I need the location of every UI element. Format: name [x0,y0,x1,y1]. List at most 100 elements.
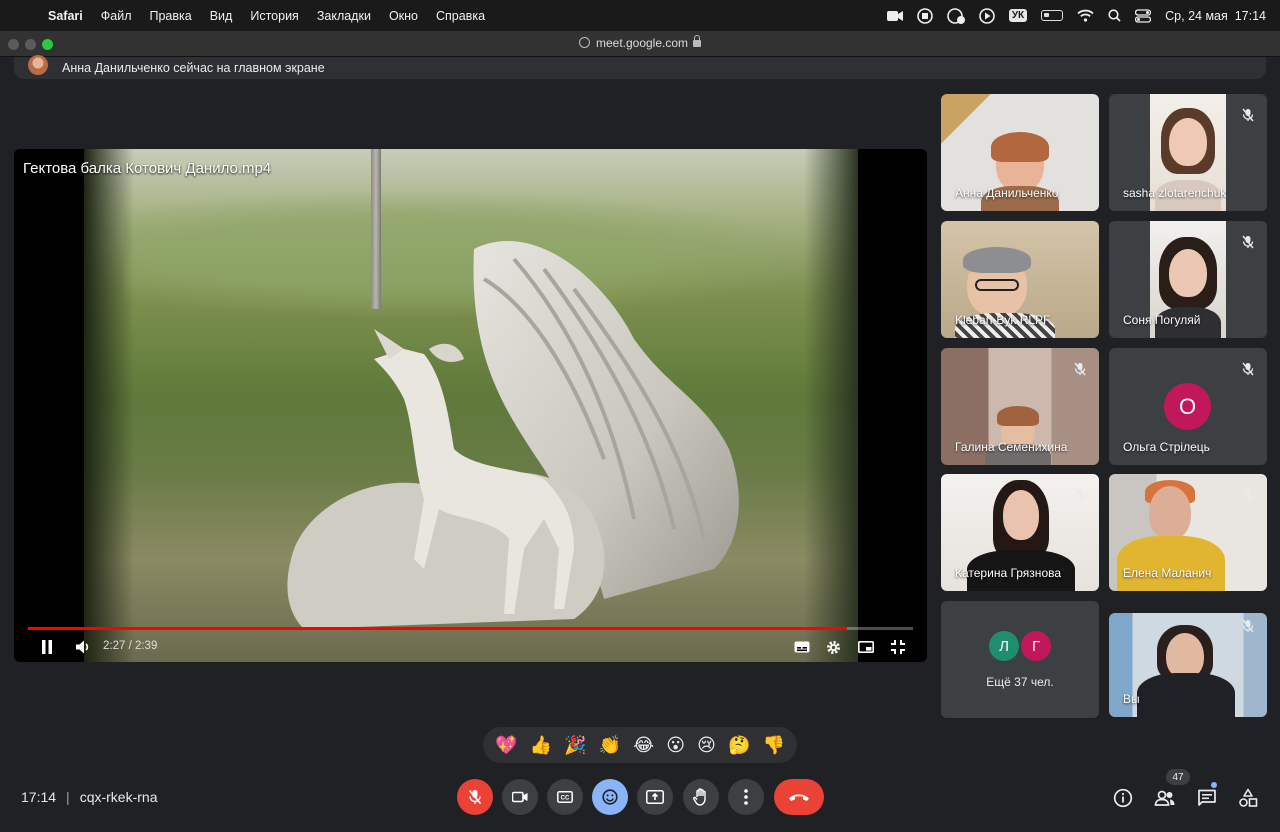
video-controls: 2:27 / 2:39 [14,635,927,659]
activities-shapes-icon [1239,788,1258,807]
play-status-icon[interactable] [979,7,995,24]
mic-muted-indicator [1069,484,1091,506]
reaction-surprised[interactable]: 😮 [666,735,685,756]
url-text: meet.google.com [595,36,689,50]
control-center-icon[interactable] [1135,8,1152,23]
participant-tile[interactable]: sasha zlotarenchuk [1109,94,1267,211]
keyboard-layout-indicator[interactable]: УК [1008,9,1028,22]
reaction-thinking[interactable]: 🤔 [728,735,750,756]
more-vert-icon [744,789,748,805]
leave-call-button[interactable] [774,779,824,815]
raise-hand-button[interactable] [683,779,719,815]
participant-tile[interactable]: Елена Маланич [1109,474,1267,591]
shared-screen-stage[interactable]: Гектова балка Котович Данило.mp4 2:27 / … [14,149,927,662]
video-progress-fill [28,627,847,630]
address-bar[interactable]: meet.google.com [0,35,1280,50]
microphone-toggle-button[interactable] [457,779,493,815]
chat-button[interactable] [1195,786,1219,810]
mic-muted-indicator [1237,358,1259,380]
meeting-controls-bar: 17:14 | cqx-rkek-rna CC 47 [0,769,1280,832]
menu-file[interactable]: Файл [101,9,132,23]
mic-off-icon [1074,362,1086,376]
mic-muted-indicator [1237,484,1259,506]
reaction-laughing[interactable]: 😂 [633,735,654,756]
meeting-details-button[interactable] [1111,786,1135,810]
reaction-thumbs-down[interactable]: 👎 [762,735,784,756]
creative-cloud-icon[interactable] [947,7,965,24]
screen-record-icon[interactable] [917,7,933,24]
wifi-icon[interactable] [1077,9,1094,22]
menubar-datetime[interactable]: Ср, 24 мая 17:14 [1165,9,1266,23]
menu-view[interactable]: Вид [210,9,233,23]
participant-tile[interactable]: Галина Семенихина [941,348,1099,465]
miniplayer-icon[interactable] [858,641,874,653]
mic-off-icon [1242,235,1254,249]
activities-button[interactable] [1236,786,1260,810]
reaction-clapping[interactable]: 👏 [599,735,621,756]
mic-off-icon [1074,488,1086,502]
participant-tile[interactable]: Kleban-Byk RLPF [941,221,1099,338]
menu-help[interactable]: Справка [436,9,485,23]
reactions-bar: 💖 👍 🎉 👏 😂 😮 😢 🤔 👎 [483,727,797,763]
participant-tile[interactable]: Анна Данильченко [941,94,1099,211]
menu-window[interactable]: Окно [389,9,418,23]
volume-icon[interactable] [76,640,91,654]
participant-avatar: Л [989,631,1019,661]
participant-tile[interactable]: Соня Погуляй [1109,221,1267,338]
camera-toggle-button[interactable] [502,779,538,815]
chat-unread-dot [1211,782,1217,788]
spotlight-search-icon[interactable] [1108,9,1121,22]
people-icon [1154,790,1175,806]
reactions-button[interactable] [592,779,628,815]
reaction-thumbs-up[interactable]: 👍 [530,735,552,756]
camera-status-icon[interactable] [886,10,903,22]
participant-name: Вы [1123,692,1140,706]
participant-name: Галина Семенихина [955,440,1068,454]
self-view-tile[interactable]: Вы [1109,613,1267,717]
chat-icon [1198,789,1216,806]
lock-icon [693,35,702,47]
captions-button[interactable]: CC [547,779,583,815]
participant-name: Ольга Стрілець [1123,440,1210,454]
meeting-code: cqx-rkek-rna [79,789,158,805]
reaction-sad[interactable]: 😢 [697,735,716,756]
more-options-button[interactable] [728,779,764,815]
participant-tile[interactable]: О Ольга Стрілець [1109,348,1267,465]
deer-statue-image [287,241,739,629]
mic-muted-indicator [1237,615,1259,637]
subtitles-icon[interactable] [794,641,810,653]
meeting-info: 17:14 | cqx-rkek-rna [21,789,158,805]
hand-icon [693,788,706,806]
participant-name: sasha zlotarenchuk [1123,186,1227,200]
mic-off-icon [468,789,482,805]
battery-icon[interactable] [1041,10,1064,21]
menu-bookmarks[interactable]: Закладки [317,9,371,23]
participant-name: Соня Погуляй [1123,313,1201,327]
browser-titlebar: meet.google.com [0,31,1280,57]
pause-icon[interactable] [41,640,53,654]
meeting-time: 17:14 [21,789,57,805]
reaction-party-popper[interactable]: 🎉 [564,735,586,756]
present-screen-button[interactable] [637,779,673,815]
app-menu[interactable]: Safari [48,9,83,23]
show-everyone-button[interactable] [1153,786,1177,810]
mic-off-icon [1242,108,1254,122]
more-participants-tile[interactable]: Л Г Ещё 37 чел. [941,601,1099,718]
exit-fullscreen-icon[interactable] [891,640,905,654]
participant-tile[interactable]: Катерина Грязнова [941,474,1099,591]
mic-muted-indicator [1237,104,1259,126]
mic-muted-indicator [1069,358,1091,380]
call-end-icon [789,794,809,801]
menu-edit[interactable]: Правка [149,9,191,23]
settings-gear-icon[interactable] [826,640,841,655]
mic-muted-indicator [1237,231,1259,253]
reaction-sparkling-heart[interactable]: 💖 [495,735,517,756]
mic-off-icon [1242,362,1254,376]
menu-history[interactable]: История [250,9,298,23]
participants-count-badge: 47 [1166,769,1190,785]
video-progress-bar[interactable] [28,627,913,630]
macos-menubar: Safari Файл Правка Вид История Закладки … [0,0,1280,31]
info-icon [1113,788,1133,808]
globe-icon [578,37,590,48]
more-participants-avatars: Л Г [941,631,1099,661]
